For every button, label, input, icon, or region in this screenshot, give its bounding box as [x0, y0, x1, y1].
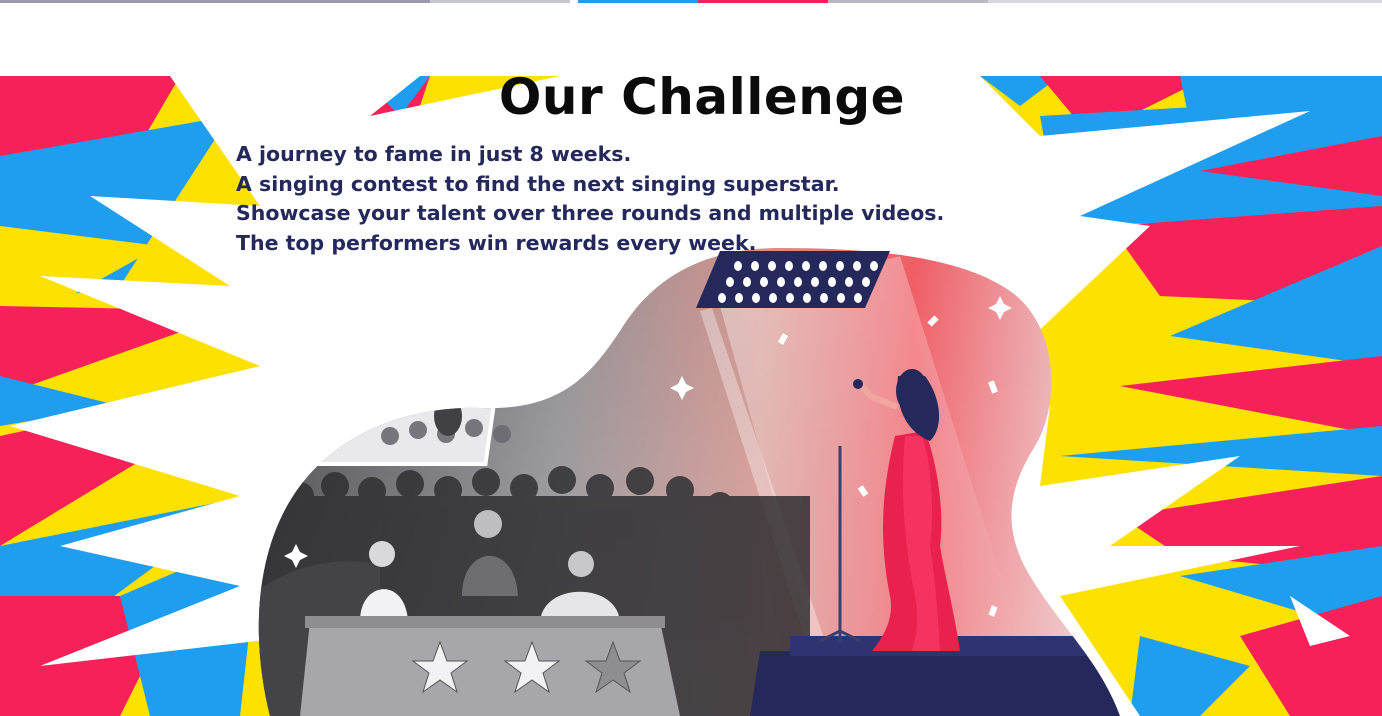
- description-line: A singing contest to find the next singi…: [236, 171, 840, 196]
- stage-light: [696, 251, 890, 308]
- top-color-rule: [0, 0, 1382, 3]
- challenge-description: A journey to fame in just 8 weeks. A sin…: [236, 140, 944, 258]
- section-title: Our Challenge: [498, 68, 906, 126]
- description-line: The top performers win rewards every wee…: [236, 230, 757, 255]
- challenge-section: Our Challenge A journey to fame in just …: [0, 0, 1382, 716]
- description-line: Showcase your talent over three rounds a…: [236, 201, 945, 225]
- description-line: A journey to fame in just 8 weeks.: [236, 142, 632, 166]
